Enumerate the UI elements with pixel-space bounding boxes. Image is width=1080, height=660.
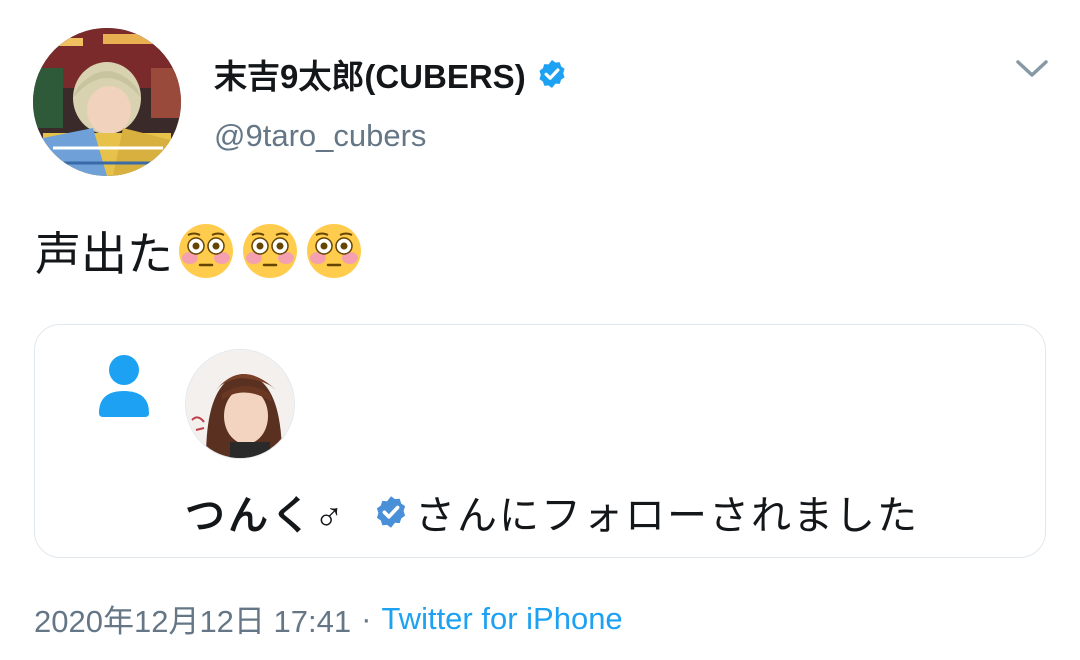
follow-notification-text: つんく♂ さんにフォローされました	[185, 483, 919, 541]
author-display-name-row[interactable]: 末吉9太郎(CUBERS)	[214, 50, 568, 98]
person-icon	[97, 353, 151, 424]
flushed-face-icon	[179, 224, 233, 278]
tweet-timestamp[interactable]: 2020年12月12日 17:41	[34, 596, 351, 641]
author-display-name[interactable]: 末吉9太郎(CUBERS)	[214, 50, 526, 98]
follow-message: さんにフォローされました	[415, 494, 919, 538]
emoji-group	[177, 222, 363, 280]
verified-badge-icon	[373, 494, 409, 530]
tweet-text: 声出た	[35, 228, 173, 280]
follower-name: つんく♂	[185, 494, 347, 538]
flushed-face-icon	[307, 224, 361, 278]
chevron-down-icon[interactable]	[1012, 52, 1052, 86]
author-avatar[interactable]	[33, 28, 181, 176]
flushed-face-icon	[243, 224, 297, 278]
follower-avatar	[185, 349, 295, 459]
embedded-image-card[interactable]: つんく♂ さんにフォローされました	[34, 324, 1046, 558]
tweet-text-row: 声出た	[35, 218, 363, 284]
tweet-source-link[interactable]: Twitter for iPhone	[381, 601, 622, 637]
verified-badge-icon	[536, 58, 568, 90]
footer-separator: ·	[361, 600, 372, 636]
tweet-footer: 2020年12月12日 17:41 · Twitter for iPhone	[34, 596, 623, 641]
author-handle[interactable]: @9taro_cubers	[214, 118, 426, 154]
